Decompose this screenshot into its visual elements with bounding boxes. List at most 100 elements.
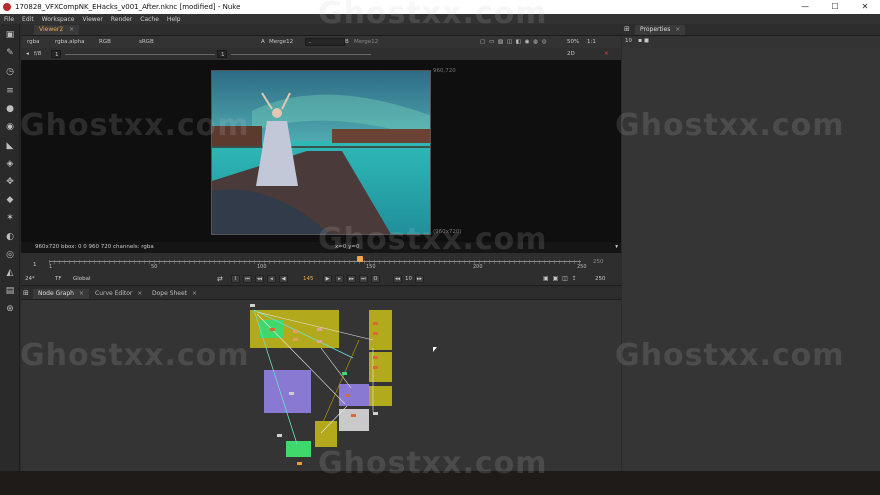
display-mode-select[interactable]: RGB (99, 38, 111, 46)
view-mode-select[interactable]: 2D (567, 50, 575, 58)
close-tab-icon[interactable]: × (675, 26, 680, 33)
tab-curve-editor[interactable]: Curve Editor × (90, 289, 147, 299)
3d-icon[interactable]: ◆ (5, 195, 15, 205)
wipe-mode-select[interactable]: - (305, 38, 345, 46)
particles-icon[interactable]: ✶ (5, 213, 15, 223)
channel-icon[interactable]: ≡ (5, 86, 15, 96)
zoom-select[interactable]: 50% (567, 38, 579, 46)
play-backward-button[interactable]: ◀ (279, 275, 288, 283)
input-a-label: A (261, 39, 265, 45)
viewer-tool-icons[interactable]: ▢ ▭ ▨ ◫ ◧ ◉ ◍ ◎ (480, 38, 548, 46)
transform-icon[interactable]: ✥ (5, 177, 15, 187)
max-panels-field[interactable]: 10 (625, 38, 632, 44)
tab-node-graph[interactable]: Node Graph × (33, 289, 89, 299)
prev-frame-button[interactable]: ◂ (267, 275, 276, 283)
time-icon[interactable]: ◷ (5, 67, 15, 77)
range-mode-select[interactable]: Global (73, 276, 91, 282)
step-forward-button[interactable]: ▸▸ (415, 275, 424, 283)
out-point-button[interactable]: O (371, 275, 380, 283)
tf-select[interactable]: TF (55, 276, 62, 282)
next-keyframe-button[interactable]: ▸▸ (347, 275, 356, 283)
tab-properties[interactable]: Properties × (635, 25, 686, 35)
current-frame-field[interactable]: 145 (303, 276, 314, 282)
menu-edit[interactable]: Edit (22, 16, 34, 23)
paint-icon[interactable]: ✎ (5, 48, 15, 58)
write-node[interactable] (351, 414, 356, 417)
prev-frame-icon[interactable]: ◂ (26, 50, 29, 58)
dot-node[interactable] (289, 392, 294, 395)
merge-node[interactable] (373, 322, 378, 325)
menu-render[interactable]: Render (111, 16, 132, 23)
timeline-end-field[interactable]: 250 (593, 259, 604, 265)
close-tab-icon[interactable]: × (192, 290, 197, 297)
grade-node[interactable] (293, 330, 298, 333)
grade-node[interactable] (345, 394, 350, 397)
merge-node[interactable] (373, 366, 378, 369)
menu-viewer[interactable]: Viewer (82, 16, 102, 23)
merge-node[interactable] (373, 332, 378, 335)
prev-keyframe-button[interactable]: ◂◂ (255, 275, 264, 283)
tab-viewer2[interactable]: Viewer2 × (34, 25, 80, 35)
merge-node[interactable] (373, 356, 378, 359)
watermark: Ghostxx.com (20, 338, 250, 373)
menu-help[interactable]: Help (167, 16, 181, 23)
step-back-button[interactable]: ◂◂ (393, 275, 402, 283)
close-tab-icon[interactable]: × (79, 290, 84, 297)
other-icon[interactable]: ⊛ (5, 304, 15, 314)
lut-select[interactable]: sRGB (139, 38, 154, 46)
gamma-slider[interactable] (231, 54, 371, 55)
transform-node[interactable] (317, 328, 322, 331)
first-frame-button[interactable]: ⏮ (243, 275, 252, 283)
read-node[interactable] (270, 328, 275, 331)
next-frame-button[interactable]: ▸ (335, 275, 344, 283)
viewer-node[interactable] (373, 412, 378, 415)
minimize-button[interactable]: — (790, 0, 820, 14)
watermark: Ghostxx.com (318, 222, 548, 257)
gain-slider[interactable] (65, 54, 215, 55)
playback-mode-icon[interactable]: ⇄ (217, 275, 223, 283)
input-b-select[interactable]: Merge12 (354, 38, 378, 46)
dot-node[interactable] (250, 304, 255, 307)
color-icon[interactable]: ● (5, 104, 15, 114)
channels-select[interactable]: rgba (27, 38, 40, 46)
info-expand-icon[interactable]: ▾ (615, 242, 618, 253)
fps-field[interactable]: 24* (25, 276, 35, 282)
filter-icon[interactable]: ◉ (5, 122, 15, 132)
proxy-select[interactable]: 1:1 (587, 38, 596, 46)
input-a-select[interactable]: Merge12 (269, 38, 293, 46)
properties-tool-icons[interactable]: ▪ ◼ (638, 37, 649, 44)
tab-dope-sheet[interactable]: Dope Sheet × (147, 289, 202, 299)
close-tab-icon[interactable]: × (137, 290, 142, 297)
close-button[interactable]: ✕ (850, 0, 880, 14)
menu-workspace[interactable]: Workspace (42, 16, 75, 23)
gamma-field[interactable]: 1 (217, 50, 227, 58)
grade-node[interactable] (293, 338, 298, 341)
menu-file[interactable]: File (4, 16, 14, 23)
frame-field[interactable]: f/8 (34, 50, 41, 58)
toolsets-icon[interactable]: ▤ (5, 286, 15, 296)
keyer-icon[interactable]: ◣ (5, 141, 15, 151)
metadata-icon[interactable]: ◭ (5, 268, 15, 278)
close-tab-icon[interactable]: × (69, 26, 74, 33)
deep-icon[interactable]: ◐ (5, 232, 15, 242)
cache-icons[interactable]: ▣ ▣ ◫ ⇪ (543, 275, 578, 282)
image-icon[interactable]: ▣ (5, 30, 15, 40)
blur-node[interactable] (342, 372, 347, 375)
merge-icon[interactable]: ◈ (5, 159, 15, 169)
views-icon[interactable]: ◎ (5, 250, 15, 260)
alpha-select[interactable]: rgba.alpha (55, 38, 85, 46)
in-point-button[interactable]: I (231, 275, 240, 283)
out-frame-field[interactable]: 250 (595, 276, 606, 282)
clip-warning-icon[interactable]: ✕ (604, 50, 609, 58)
menu-cache[interactable]: Cache (140, 16, 159, 23)
dot-node[interactable] (277, 434, 282, 437)
play-forward-button[interactable]: ▶ (323, 275, 332, 283)
panel-menu-icon[interactable]: ⊞ (23, 289, 29, 297)
panel-menu-icon[interactable]: ⊞ (624, 25, 630, 33)
gain-field[interactable]: 1 (51, 50, 61, 58)
output-node[interactable] (297, 462, 302, 465)
maximize-button[interactable]: ☐ (820, 0, 850, 14)
step-field[interactable]: 10 (405, 276, 412, 282)
transform-node[interactable] (317, 340, 322, 343)
last-frame-button[interactable]: ⏭ (359, 275, 368, 283)
